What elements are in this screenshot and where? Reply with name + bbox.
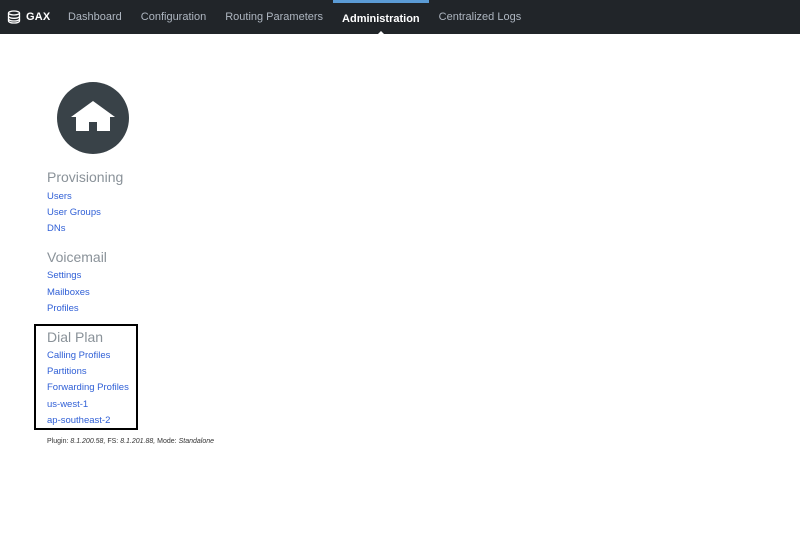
link-profiles[interactable]: Profiles	[47, 303, 79, 314]
tab-configuration[interactable]: Configuration	[131, 0, 215, 34]
mode-label: Mode:	[157, 438, 177, 445]
link-mailboxes[interactable]: Mailboxes	[47, 287, 90, 298]
home-button[interactable]	[57, 82, 129, 154]
version-info: Plugin: 8.1.200.58, FS: 8.1.201.88, Mode…	[47, 438, 214, 445]
section-title-voicemail: Voicemail	[47, 249, 107, 265]
link-forwarding-profiles[interactable]: Forwarding Profiles	[47, 382, 129, 393]
brand-name: GAX	[26, 11, 51, 23]
link-user-groups[interactable]: User Groups	[47, 207, 101, 218]
link-settings[interactable]: Settings	[47, 270, 81, 281]
fs-label: FS:	[107, 438, 119, 445]
tab-dashboard[interactable]: Dashboard	[58, 0, 131, 34]
plugin-version: 8.1.200.58,	[70, 438, 106, 445]
link-ap-southeast-2[interactable]: ap-southeast-2	[47, 415, 110, 426]
mode-value: Standalone	[178, 438, 215, 445]
section-title-provisioning: Provisioning	[47, 169, 124, 185]
tab-administration[interactable]: Administration	[332, 0, 430, 34]
link-calling-profiles[interactable]: Calling Profiles	[47, 350, 110, 361]
link-us-west-1[interactable]: us-west-1	[47, 399, 88, 410]
tab-centralized-logs[interactable]: Centralized Logs	[429, 0, 531, 34]
tab-routing-parameters[interactable]: Routing Parameters	[216, 0, 333, 34]
home-icon	[70, 99, 116, 138]
link-users[interactable]: Users	[47, 191, 72, 202]
brand[interactable]: GAX	[0, 0, 58, 34]
link-partitions[interactable]: Partitions	[47, 366, 87, 377]
database-icon	[7, 10, 21, 24]
plugin-label: Plugin:	[47, 438, 69, 445]
top-navigation-bar: GAX Dashboard Configuration Routing Para…	[0, 0, 800, 34]
link-dns[interactable]: DNs	[47, 223, 65, 234]
section-title-dial-plan: Dial Plan	[47, 329, 104, 345]
fs-version: 8.1.201.88,	[120, 438, 156, 445]
